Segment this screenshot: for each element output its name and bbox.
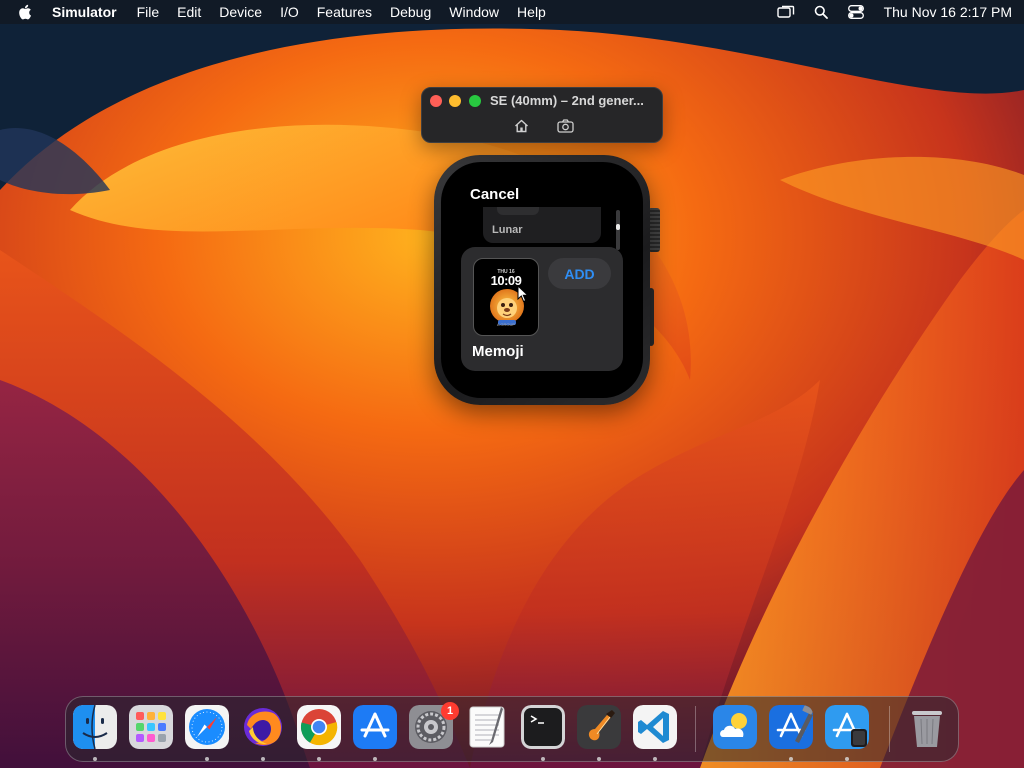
memoji-face-preview[interactable]: THU 16 10:09 A GROUP xyxy=(473,258,539,336)
garageband-running-indicator xyxy=(597,757,601,761)
menu-window[interactable]: Window xyxy=(449,0,499,24)
trash-icon[interactable] xyxy=(905,705,949,749)
firefox-icon[interactable] xyxy=(241,705,285,749)
dock-separator xyxy=(695,706,696,752)
safari-icon[interactable] xyxy=(185,705,229,749)
menu-edit[interactable]: Edit xyxy=(177,0,201,24)
simulator-window-titlebar: SE (40mm) – 2nd gener... xyxy=(421,87,663,143)
launchpad-icon[interactable] xyxy=(129,705,173,749)
terminal-running-indicator xyxy=(541,757,545,761)
menu-help[interactable]: Help xyxy=(517,0,546,24)
lunar-face-preview xyxy=(497,207,539,215)
face-preview-subtext: A GROUP xyxy=(496,322,516,327)
chrome-running-indicator xyxy=(317,757,321,761)
app-store-icon[interactable] xyxy=(353,705,397,749)
window-close-button[interactable] xyxy=(430,95,442,107)
control-center-icon[interactable] xyxy=(846,4,866,20)
mouse-pointer-icon xyxy=(517,285,529,303)
firefox-running-indicator xyxy=(261,757,265,761)
menu-bar: Simulator File Edit Device I/O Features … xyxy=(0,0,1024,24)
instruments-running-indicator xyxy=(845,757,849,761)
dock-separator-trash xyxy=(889,706,890,752)
scroll-indicator xyxy=(616,210,620,250)
menu-file[interactable]: File xyxy=(137,0,160,24)
window-zoom-button[interactable] xyxy=(469,95,481,107)
textedit-icon[interactable] xyxy=(465,705,509,749)
xcode-running-indicator xyxy=(789,757,793,761)
terminal-icon[interactable] xyxy=(521,705,565,749)
menu-bar-clock[interactable]: Thu Nov 16 2:17 PM xyxy=(884,4,1012,20)
scroll-indicator-thumb xyxy=(616,224,620,230)
memoji-face-card[interactable]: THU 16 10:09 A GROUP ADD Memoji xyxy=(461,247,623,371)
apple-menu-icon[interactable] xyxy=(18,3,34,21)
memoji-face-label: Memoji xyxy=(472,343,524,360)
watch-screen: Cancel Lunar THU 16 10:09 A GROUP ADD Me… xyxy=(441,162,643,398)
home-icon[interactable] xyxy=(512,118,530,134)
finder-running-indicator xyxy=(93,757,97,761)
spotlight-search-icon[interactable] xyxy=(811,4,831,20)
screenshot-camera-icon[interactable] xyxy=(556,118,574,134)
menu-features[interactable]: Features xyxy=(317,0,372,24)
weather-icon[interactable] xyxy=(713,705,757,749)
menu-io[interactable]: I/O xyxy=(280,0,299,24)
screen-mirroring-icon[interactable] xyxy=(776,4,796,20)
garageband-icon[interactable] xyxy=(577,705,621,749)
simulator-window-title: SE (40mm) – 2nd gener... xyxy=(490,93,644,108)
safari-running-indicator xyxy=(205,757,209,761)
system-settings-badge: 1 xyxy=(441,702,459,720)
status-area: Thu Nov 16 2:17 PM xyxy=(761,4,1012,20)
xcode-icon[interactable] xyxy=(769,705,813,749)
chrome-icon[interactable] xyxy=(297,705,341,749)
menu-device[interactable]: Device xyxy=(219,0,262,24)
add-face-button[interactable]: ADD xyxy=(548,258,611,289)
instruments-icon[interactable] xyxy=(825,705,869,749)
menu-debug[interactable]: Debug xyxy=(390,0,431,24)
lunar-face-label: Lunar xyxy=(492,224,523,236)
finder-icon[interactable] xyxy=(73,705,117,749)
app-store-running-indicator xyxy=(373,757,377,761)
cancel-button[interactable]: Cancel xyxy=(470,186,519,203)
vscode-icon[interactable] xyxy=(633,705,677,749)
vscode-running-indicator xyxy=(653,757,657,761)
window-minimize-button[interactable] xyxy=(449,95,461,107)
menu-app-name[interactable]: Simulator xyxy=(52,0,117,24)
